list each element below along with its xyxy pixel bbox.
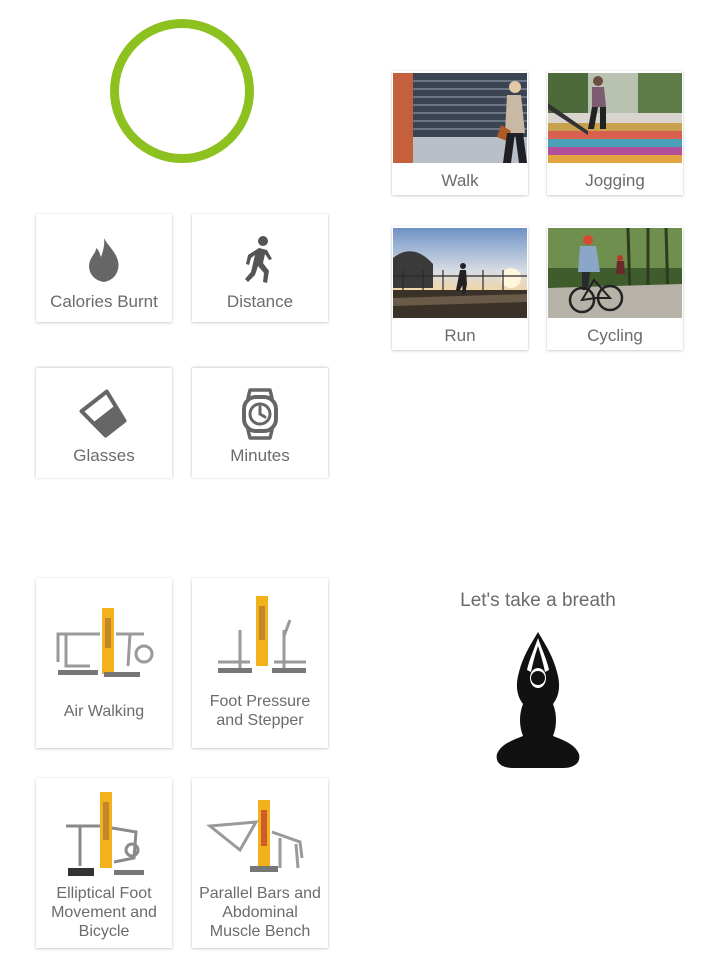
cycling-photo xyxy=(548,228,682,318)
glass-icon xyxy=(36,386,172,442)
equipment-card-elliptical[interactable]: Elliptical Foot Movement and Bicycle xyxy=(36,778,172,948)
stat-label: Calories Burnt xyxy=(50,292,158,311)
jogging-photo xyxy=(548,73,682,163)
stat-card-calories[interactable]: Calories Burnt xyxy=(36,214,172,322)
activity-label: Jogging xyxy=(585,171,645,190)
flame-icon xyxy=(36,232,172,288)
walking-person-icon xyxy=(192,232,328,288)
stepper-machine-icon xyxy=(200,592,320,686)
activity-card-jogging[interactable]: Jogging xyxy=(547,71,683,195)
stat-card-distance[interactable]: Distance xyxy=(192,214,328,322)
air-walker-machine-icon xyxy=(44,592,164,686)
stat-card-glasses[interactable]: Glasses xyxy=(36,368,172,478)
equipment-card-foot-pressure[interactable]: Foot Pressure and Stepper xyxy=(192,578,328,748)
elliptical-machine-icon xyxy=(44,792,164,886)
activity-label: Cycling xyxy=(587,326,643,345)
equipment-label: Parallel Bars and Abdominal Muscle Bench xyxy=(199,885,321,940)
activity-card-cycling[interactable]: Cycling xyxy=(547,226,683,350)
stat-label: Minutes xyxy=(230,446,290,465)
stat-card-minutes[interactable]: Minutes xyxy=(192,368,328,478)
equipment-label: Air Walking xyxy=(63,703,145,720)
meditation-pose-icon[interactable] xyxy=(493,630,583,770)
walk-photo xyxy=(393,73,527,163)
equipment-card-air-walking[interactable]: Air Walking xyxy=(36,578,172,748)
equipment-card-parallel-bars[interactable]: Parallel Bars and Abdominal Muscle Bench xyxy=(192,778,328,948)
equipment-label: Elliptical Foot Movement and Bicycle xyxy=(51,885,157,940)
activity-card-run[interactable]: Run xyxy=(392,226,528,350)
breath-title: Let's take a breath xyxy=(460,590,616,611)
watch-icon xyxy=(192,386,328,442)
equipment-label: Foot Pressure and Stepper xyxy=(209,693,311,729)
parallel-bars-machine-icon xyxy=(200,792,320,886)
run-photo xyxy=(393,228,527,318)
stat-label: Distance xyxy=(226,292,294,311)
stat-label: Glasses xyxy=(73,446,135,465)
activity-card-walk[interactable]: Walk xyxy=(392,71,528,195)
activity-label: Walk xyxy=(441,171,479,190)
progress-ring xyxy=(110,19,254,163)
activity-label: Run xyxy=(444,326,476,345)
